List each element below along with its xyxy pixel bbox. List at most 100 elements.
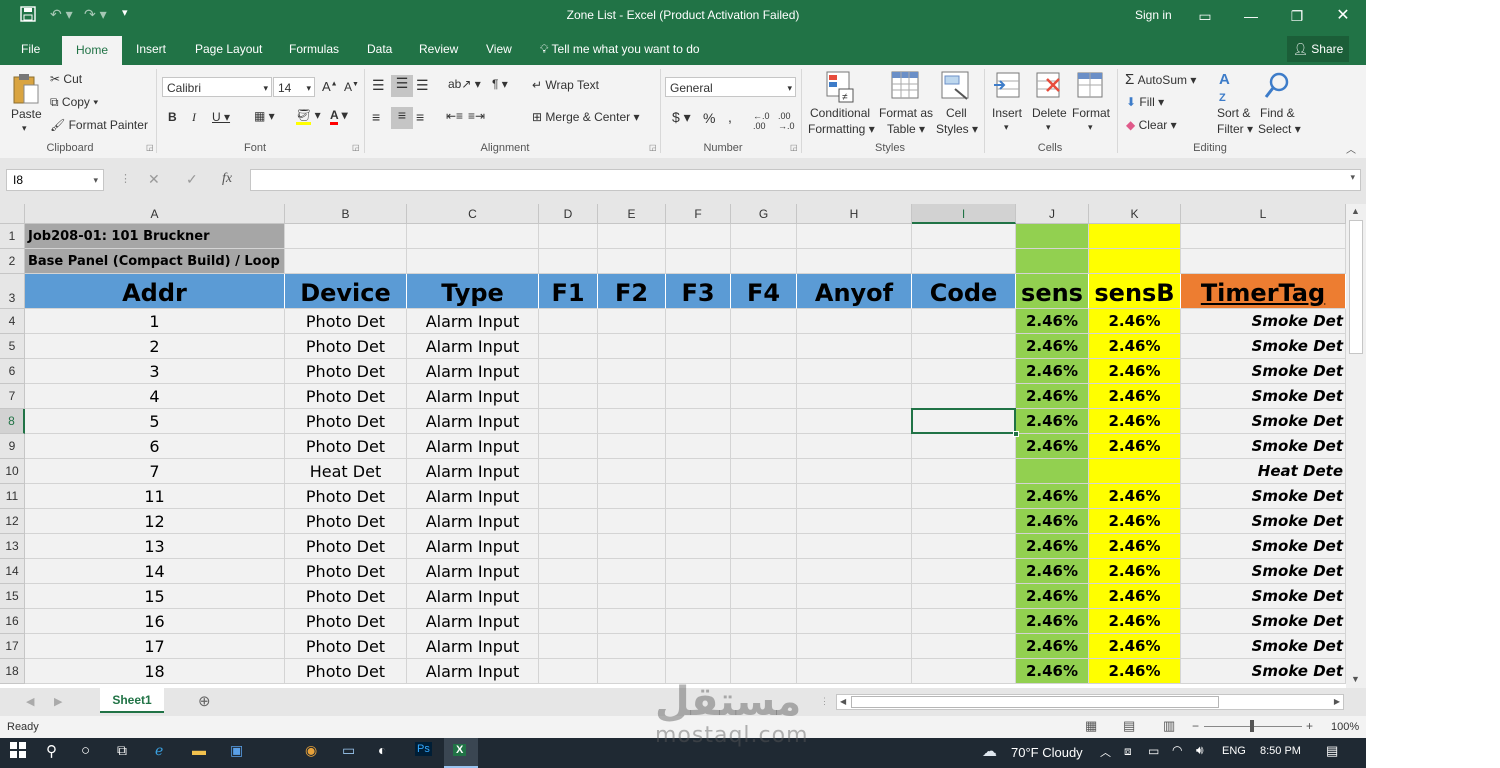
cell[interactable] <box>666 534 731 559</box>
zoom-slider-thumb[interactable] <box>1250 720 1254 732</box>
header-type[interactable]: Type <box>407 274 539 309</box>
cell[interactable] <box>797 484 912 509</box>
device-cell[interactable]: Photo Det <box>285 409 407 434</box>
decrease-decimal-icon[interactable]: .00 →.0 <box>778 111 795 131</box>
addr-cell[interactable]: 11 <box>25 484 285 509</box>
column-header-k[interactable]: K <box>1089 204 1181 224</box>
cell[interactable] <box>912 534 1016 559</box>
ribbon-display-icon[interactable]: ▭ <box>1190 4 1220 28</box>
sens-cell[interactable]: 2.46% <box>1016 509 1089 534</box>
timertag-cell[interactable]: Smoke Det <box>1181 409 1346 434</box>
cell[interactable] <box>666 409 731 434</box>
vertical-scrollbar[interactable]: ▲ ▼ <box>1346 204 1366 688</box>
column-header-l[interactable]: L <box>1181 204 1346 224</box>
app-icon[interactable]: ◐ <box>378 742 386 758</box>
device-cell[interactable]: Heat Det <box>285 459 407 484</box>
timertag-cell[interactable]: Heat Dete <box>1181 459 1346 484</box>
zoom-level[interactable]: 100% <box>1331 721 1359 733</box>
header-addr[interactable]: Addr <box>25 274 285 309</box>
sensb-cell[interactable]: 2.46% <box>1089 559 1181 584</box>
header-device[interactable]: Device <box>285 274 407 309</box>
scroll-down-icon[interactable]: ▼ <box>1351 674 1360 684</box>
type-cell[interactable]: Alarm Input <box>407 309 539 334</box>
cell[interactable] <box>598 224 666 249</box>
cell[interactable] <box>598 634 666 659</box>
sensb-cell[interactable]: 2.46% <box>1089 384 1181 409</box>
cell[interactable] <box>731 509 797 534</box>
cell[interactable] <box>539 249 598 274</box>
type-cell[interactable]: Alarm Input <box>407 409 539 434</box>
cell[interactable] <box>407 249 539 274</box>
horizontal-scroll-thumb[interactable] <box>851 696 1219 708</box>
cell[interactable] <box>731 249 797 274</box>
column-header-a[interactable]: A <box>25 204 285 224</box>
timertag-cell[interactable]: Smoke Det <box>1181 509 1346 534</box>
cell[interactable] <box>731 459 797 484</box>
chevron-down-icon[interactable]: ▾ <box>1046 122 1051 133</box>
sens-cell[interactable]: 2.46% <box>1016 334 1089 359</box>
type-cell[interactable]: Alarm Input <box>407 434 539 459</box>
subtitle-cell[interactable]: Base Panel (Compact Build) / Loop 2 <box>25 249 285 274</box>
cell[interactable] <box>666 249 731 274</box>
cell[interactable] <box>598 509 666 534</box>
header-f2[interactable]: F2 <box>598 274 666 309</box>
tab-view[interactable]: View <box>486 42 512 56</box>
type-cell[interactable]: Alarm Input <box>407 559 539 584</box>
delete-button[interactable]: Delete <box>1032 106 1067 120</box>
title-cell[interactable]: Job208-01: 101 Bruckner <box>25 224 285 249</box>
row-header[interactable]: 11 <box>0 484 25 509</box>
type-cell[interactable]: Alarm Input <box>407 659 539 684</box>
align-middle-icon[interactable]: ☰ <box>391 75 413 97</box>
store-icon[interactable]: ▣ <box>230 742 243 759</box>
tab-formulas[interactable]: Formulas <box>289 42 339 56</box>
cell[interactable] <box>666 434 731 459</box>
cell[interactable] <box>912 609 1016 634</box>
cell[interactable] <box>598 249 666 274</box>
cell[interactable] <box>912 459 1016 484</box>
paste-icon[interactable] <box>12 73 40 108</box>
file-explorer-icon[interactable]: ▬ <box>192 742 206 758</box>
alignment-launcher-icon[interactable]: ◲ <box>649 143 657 152</box>
row-header[interactable]: 17 <box>0 634 25 659</box>
header-sensb[interactable]: sensB <box>1089 274 1181 309</box>
cell[interactable] <box>797 559 912 584</box>
cell[interactable] <box>731 584 797 609</box>
header-sens[interactable]: sens <box>1016 274 1089 309</box>
align-left-icon[interactable]: ≡ <box>372 109 380 125</box>
cell-styles-button[interactable]: Cell <box>946 106 967 120</box>
header-code[interactable]: Code <box>912 274 1016 309</box>
spreadsheet-grid[interactable]: A B C D E F G H I J K L 1 2 3 4 5 6 7 8 9 10 11 12 13 14 15 16 17 18 J… <box>0 204 1346 688</box>
type-cell[interactable]: Alarm Input <box>407 584 539 609</box>
restore-icon[interactable]: ❐ <box>1282 4 1312 28</box>
tray-chevron-icon[interactable]: ︿ <box>1100 744 1111 760</box>
addr-cell[interactable]: 16 <box>25 609 285 634</box>
device-cell[interactable]: Photo Det <box>285 309 407 334</box>
tell-me-search[interactable]: 💡︎ Tell me what you want to do <box>540 42 700 57</box>
cell[interactable] <box>539 309 598 334</box>
photoshop-icon[interactable]: Ps <box>415 742 432 756</box>
timertag-cell[interactable]: Smoke Det <box>1181 659 1346 684</box>
sensb-cell[interactable]: 2.46% <box>1089 434 1181 459</box>
paste-dropdown-icon[interactable]: ▾ <box>22 123 27 134</box>
cell[interactable] <box>598 384 666 409</box>
timertag-cell[interactable]: Smoke Det <box>1181 634 1346 659</box>
column-header-b[interactable]: B <box>285 204 407 224</box>
device-cell[interactable]: Photo Det <box>285 534 407 559</box>
timertag-cell[interactable]: Smoke Det <box>1181 584 1346 609</box>
timertag-cell[interactable]: Smoke Det <box>1181 484 1346 509</box>
column-header-j[interactable]: J <box>1016 204 1089 224</box>
cell[interactable] <box>731 384 797 409</box>
copy-button[interactable]: ⧉ Copy ▾ <box>50 95 98 110</box>
timertag-cell[interactable]: Smoke Det <box>1181 609 1346 634</box>
row-header[interactable]: 6 <box>0 359 25 384</box>
device-cell[interactable]: Photo Det <box>285 609 407 634</box>
insert-function-icon[interactable]: fx <box>222 171 232 187</box>
cell[interactable] <box>539 534 598 559</box>
font-launcher-icon[interactable]: ◲ <box>352 143 360 152</box>
sensb-cell[interactable]: 2.46% <box>1089 509 1181 534</box>
sensb-cell[interactable]: 2.46% <box>1089 659 1181 684</box>
cell[interactable] <box>797 534 912 559</box>
cell[interactable] <box>407 224 539 249</box>
close-icon[interactable]: ✕ <box>1328 4 1358 28</box>
cancel-icon[interactable]: ✕ <box>148 171 160 188</box>
